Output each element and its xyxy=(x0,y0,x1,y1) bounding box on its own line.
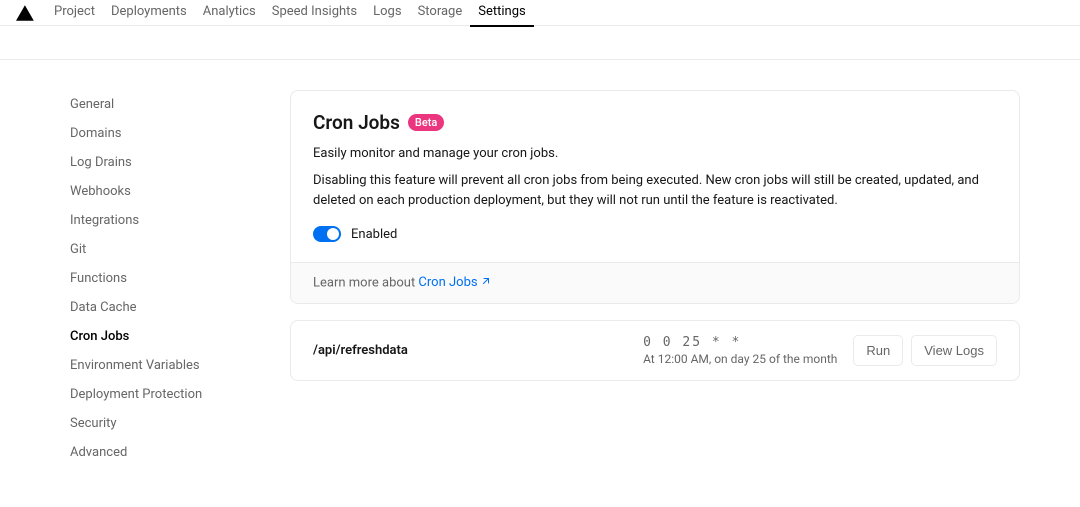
top-nav: Project Deployments Analytics Speed Insi… xyxy=(0,0,1080,26)
sidebar-item-log-drains[interactable]: Log Drains xyxy=(60,148,250,177)
card-body: Cron Jobs Beta Easily monitor and manage… xyxy=(291,91,1019,262)
toggle-label: Enabled xyxy=(351,227,397,242)
run-button[interactable]: Run xyxy=(853,335,903,366)
view-logs-button[interactable]: View Logs xyxy=(911,335,997,366)
toggle-knob xyxy=(327,228,339,240)
tab-deployments[interactable]: Deployments xyxy=(103,0,195,27)
job-human-readable: At 12:00 AM, on day 25 of the month xyxy=(643,352,837,366)
tab-speed-insights[interactable]: Speed Insights xyxy=(264,0,365,27)
sidebar-item-security[interactable]: Security xyxy=(60,409,250,438)
job-cron-expression: 0 0 25 * * xyxy=(643,335,837,350)
job-path: /api/refreshdata xyxy=(313,343,627,358)
learn-more-link[interactable]: Cron Jobs xyxy=(418,275,491,290)
toggle-row: Enabled xyxy=(313,226,997,242)
sidebar-item-deployment-protection[interactable]: Deployment Protection xyxy=(60,380,250,409)
card-footer: Learn more about Cron Jobs xyxy=(291,262,1019,303)
sidebar-item-advanced[interactable]: Advanced xyxy=(60,438,250,467)
sidebar-item-data-cache[interactable]: Data Cache xyxy=(60,293,250,322)
cron-settings-card: Cron Jobs Beta Easily monitor and manage… xyxy=(290,90,1020,304)
sidebar-item-environment-variables[interactable]: Environment Variables xyxy=(60,351,250,380)
card-description-2: Disabling this feature will prevent all … xyxy=(313,171,997,210)
tab-storage[interactable]: Storage xyxy=(410,0,471,27)
sidebar-item-general[interactable]: General xyxy=(60,90,250,119)
sidebar-item-integrations[interactable]: Integrations xyxy=(60,206,250,235)
tab-analytics[interactable]: Analytics xyxy=(195,0,264,27)
tab-settings[interactable]: Settings xyxy=(470,0,533,27)
topnav-tabs: Project Deployments Analytics Speed Insi… xyxy=(46,0,534,27)
settings-sidebar: General Domains Log Drains Webhooks Inte… xyxy=(60,90,250,467)
sidebar-item-domains[interactable]: Domains xyxy=(60,119,250,148)
card-description: Easily monitor and manage your cron jobs… xyxy=(313,146,997,161)
external-link-icon xyxy=(480,275,492,291)
footer-prefix: Learn more about xyxy=(313,275,418,290)
job-schedule: 0 0 25 * * At 12:00 AM, on day 25 of the… xyxy=(643,335,837,366)
cron-job-row: /api/refreshdata 0 0 25 * * At 12:00 AM,… xyxy=(290,320,1020,381)
tab-logs[interactable]: Logs xyxy=(365,0,409,27)
sub-header xyxy=(0,26,1080,60)
job-actions: Run View Logs xyxy=(853,335,997,366)
sidebar-item-git[interactable]: Git xyxy=(60,235,250,264)
sidebar-item-cron-jobs[interactable]: Cron Jobs xyxy=(60,322,250,351)
card-title: Cron Jobs xyxy=(313,111,400,134)
vercel-logo[interactable] xyxy=(16,5,34,21)
card-title-row: Cron Jobs Beta xyxy=(313,111,997,134)
sidebar-item-functions[interactable]: Functions xyxy=(60,264,250,293)
content: Cron Jobs Beta Easily monitor and manage… xyxy=(290,90,1020,467)
tab-project[interactable]: Project xyxy=(46,0,103,27)
beta-badge: Beta xyxy=(408,114,444,131)
main-container: General Domains Log Drains Webhooks Inte… xyxy=(20,60,1060,497)
triangle-icon xyxy=(16,5,34,21)
enabled-toggle[interactable] xyxy=(313,226,341,242)
sidebar-item-webhooks[interactable]: Webhooks xyxy=(60,177,250,206)
